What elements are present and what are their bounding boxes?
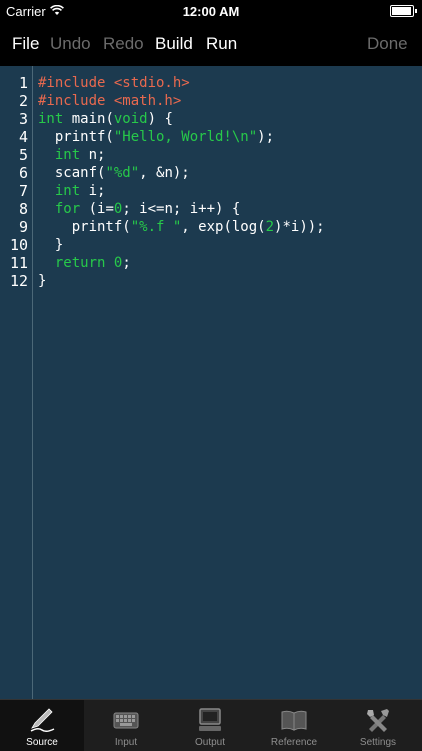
code-token: "%.f "	[130, 219, 182, 235]
code-token: }	[38, 237, 64, 253]
line-number-gutter: 1 2 3 4 5 6 7 8 9 10 11 12	[0, 66, 33, 699]
code-token: n;	[80, 147, 106, 163]
tab-source[interactable]: Source	[0, 700, 84, 751]
tab-bar: Source Input Output Reference Settings	[0, 699, 422, 751]
code-token: int	[54, 147, 81, 163]
code-line[interactable]: int main(void) {	[38, 110, 325, 128]
status-bar: Carrier 12:00 AM	[0, 0, 422, 22]
line-number: 6	[18, 164, 28, 182]
code-token: )*i));	[274, 219, 325, 235]
run-button[interactable]: Run	[206, 34, 237, 54]
code-line[interactable]: }	[38, 236, 325, 254]
code-editor[interactable]: 1 2 3 4 5 6 7 8 9 10 11 12 #include <stdio.h> #inclu…	[0, 66, 422, 699]
line-number: 5	[18, 146, 28, 164]
line-number: 1	[18, 74, 28, 92]
code-token: ;	[122, 255, 131, 271]
line-number: 9	[18, 218, 28, 236]
line-number: 8	[18, 200, 28, 218]
code-token: void	[113, 111, 148, 127]
line-number: 11	[9, 254, 28, 272]
code-token: scanf(	[38, 165, 106, 181]
code-token: for	[54, 201, 81, 217]
code-token: #include <stdio.h>	[38, 75, 190, 91]
monitor-icon	[199, 708, 221, 731]
redo-button[interactable]: Redo	[103, 34, 144, 54]
code-token: "%d"	[105, 165, 140, 181]
code-token: #include <math.h>	[38, 93, 182, 109]
code-token: }	[38, 273, 47, 289]
code-line[interactable]: int i;	[38, 182, 325, 200]
tab-label: Source	[26, 737, 58, 748]
code-token: , exp(log(	[181, 219, 266, 235]
code-token: , &n);	[139, 165, 190, 181]
code-token: int	[54, 183, 81, 199]
line-number: 7	[18, 182, 28, 200]
code-token: main(	[63, 111, 114, 127]
tab-label: Reference	[270, 737, 318, 748]
code-token: i;	[80, 183, 106, 199]
code-token: );	[257, 129, 275, 145]
pen-icon	[30, 708, 55, 733]
done-button[interactable]: Done	[367, 34, 408, 54]
source-code[interactable]: #include <stdio.h> #include <math.h> int m…	[38, 74, 325, 290]
code-line[interactable]: }	[38, 272, 325, 290]
keyboard-icon	[113, 712, 139, 729]
build-button[interactable]: Build	[155, 34, 193, 54]
file-button[interactable]: File	[12, 34, 39, 54]
tab-label: Input	[114, 737, 138, 748]
tab-input[interactable]: Input	[84, 700, 168, 751]
line-number: 12	[9, 272, 28, 290]
line-number: 2	[18, 92, 28, 110]
code-line[interactable]: int n;	[38, 146, 325, 164]
code-line[interactable]: scanf("%d", &n);	[38, 164, 325, 182]
tab-output[interactable]: Output	[168, 700, 252, 751]
code-token: 2	[265, 219, 275, 235]
tools-icon	[367, 709, 389, 732]
tab-settings[interactable]: Settings	[336, 700, 420, 751]
code-token: printf(	[38, 129, 114, 145]
code-line[interactable]: #include <math.h>	[38, 92, 325, 110]
code-token: "Hello, World!\n"	[113, 129, 258, 145]
line-number: 4	[18, 128, 28, 146]
code-line[interactable]: for (i=0; i<=n; i++) {	[38, 200, 325, 218]
code-line[interactable]: return 0;	[38, 254, 325, 272]
tab-reference[interactable]: Reference	[252, 700, 336, 751]
tab-label: Output	[194, 737, 226, 748]
code-token: ; i<=n; i++) {	[122, 201, 241, 217]
code-token: printf(	[38, 219, 131, 235]
toolbar: File Undo Redo Build Run Done	[0, 22, 422, 66]
undo-button[interactable]: Undo	[50, 34, 91, 54]
code-token: return	[54, 255, 106, 271]
battery-icon	[390, 5, 417, 17]
line-number: 10	[9, 236, 28, 254]
status-time: 12:00 AM	[182, 4, 240, 19]
code-token: (i=	[80, 201, 114, 217]
line-number: 3	[18, 110, 28, 128]
code-token: int	[38, 111, 64, 127]
code-line[interactable]: printf("Hello, World!\n");	[38, 128, 325, 146]
code-line[interactable]: #include <stdio.h>	[38, 74, 325, 92]
book-icon	[281, 710, 307, 731]
code-token: ) {	[147, 111, 173, 127]
tab-label: Settings	[359, 737, 397, 748]
code-line[interactable]: printf("%.f ", exp(log(2)*i));	[38, 218, 325, 236]
